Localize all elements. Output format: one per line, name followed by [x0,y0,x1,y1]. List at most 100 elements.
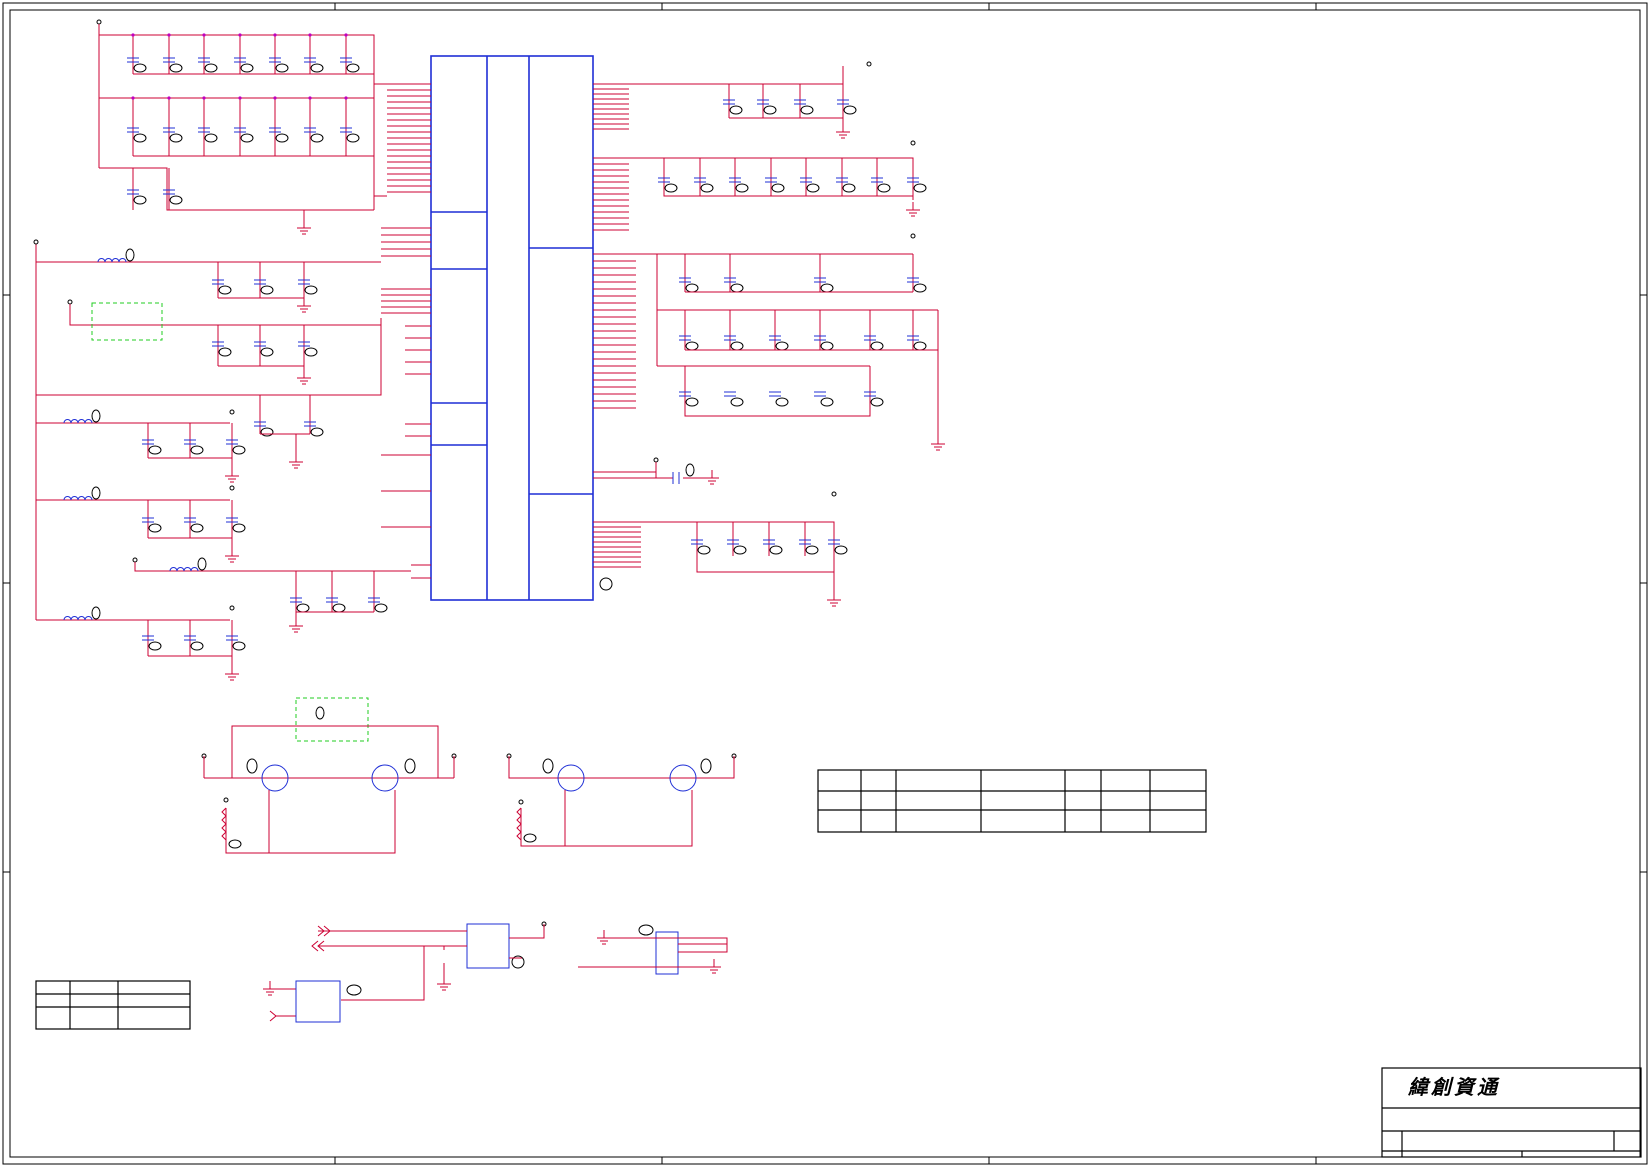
main-ic [430,55,594,601]
power-pin [229,485,235,491]
power-pin [132,557,138,563]
junction-dot [308,33,312,37]
capacitor-ref-label [190,523,204,533]
optional-part-ref-label [315,706,325,720]
capacitor-ref-label [133,133,147,143]
junction-dot [344,96,348,100]
power-pin [831,491,837,497]
ground-symbol [225,548,239,563]
bottom-circuit [276,923,728,1023]
ground-symbol [289,618,303,633]
capacitor-ref-label [240,133,254,143]
ground-symbol [437,976,451,991]
power-pin [518,799,524,805]
ground-symbol [297,220,311,235]
junction-dot [131,96,135,100]
capacitor-ref-label [148,641,162,651]
junction-dot [238,33,242,37]
capacitor-ref-label [169,133,183,143]
capacitor-ref-label [169,63,183,73]
capacitor-ref-label [148,523,162,533]
capacitor-ref-label [133,63,147,73]
capacitor-ref-label [310,133,324,143]
capacitor-ref-label [820,341,834,351]
junction-dot [167,33,171,37]
junction-dot [202,33,206,37]
power-pin [653,457,659,463]
capacitor-ref-label [275,133,289,143]
capacitor-ref-label [769,545,783,555]
capacitor-ref-label [232,523,246,533]
capacitor-ref-label [733,545,747,555]
power-pin [96,19,102,25]
capacitor-ref-label [260,347,274,357]
schematic-sheet: 緯創資通 [2,2,1648,1165]
connector-ref-label [346,984,362,996]
capacitor-ref-label [260,285,274,295]
cap-ref-label [685,463,695,477]
sheet-border [2,2,1648,1165]
capacitor-ref-label [240,63,254,73]
inductor [63,616,93,621]
wire [636,253,939,420]
ground-symbol [931,436,945,451]
signal-arrows [269,925,331,1022]
wire [295,611,374,620]
capacitor-ref-label [735,183,749,193]
capacitor-ref-label [913,283,927,293]
capacitor-ref-label [806,183,820,193]
inductor [63,419,93,424]
capacitor [724,391,736,397]
capacitor-ref-label [729,105,743,115]
connector-ref-label [638,924,654,936]
ground-symbol [597,930,611,945]
capacitor-ref-label [870,341,884,351]
capacitor [672,472,680,484]
junction-dot [273,96,277,100]
ground-symbol [289,454,303,469]
ground-symbol [707,959,721,974]
capacitor-ref-label [685,283,699,293]
junction-dot [238,96,242,100]
mosfet-pair-right [508,756,735,847]
capacitor-ref-label [730,283,744,293]
mosfet-ref-label [246,758,258,774]
optional-part-outline [91,302,163,341]
capacitor-ref-label [664,183,678,193]
mosfet-ref-label [542,758,554,774]
mosfet-ref-label [404,758,416,774]
ground-symbol [705,470,719,485]
inductor [169,567,199,572]
power-pin [229,605,235,611]
capacitor-ref-label [133,195,147,205]
ground-symbol [906,202,920,217]
ground-symbol [225,666,239,681]
power-pin [229,409,235,415]
capacitor-ref-label [820,397,834,407]
capacitor-ref-label [190,445,204,455]
capacitor-ref-label [218,347,232,357]
power-pin [910,140,916,146]
wire [260,433,310,456]
capacitor-ref-label [877,183,891,193]
capacitor-ref-label [700,183,714,193]
capacitor-ref-label [685,341,699,351]
ground-symbol [263,981,277,996]
mosfet-pair-left [203,697,455,854]
junction-dot [167,96,171,100]
wire [69,304,381,326]
capacitor-ref-label [805,545,819,555]
capacitor-ref-label [148,445,162,455]
capacitor-ref-label [697,545,711,555]
capacitor [814,391,826,397]
power-pin [67,299,73,305]
mosfet-ref-label [700,758,712,774]
capacitor-ref-label [232,641,246,651]
power-pin [223,797,229,803]
ic-ref-label [599,577,613,591]
capacitor-ref-label [820,283,834,293]
wire [218,297,305,372]
power-pin [33,239,39,245]
capacitor-ref-label [232,445,246,455]
ground-symbol [225,468,239,483]
